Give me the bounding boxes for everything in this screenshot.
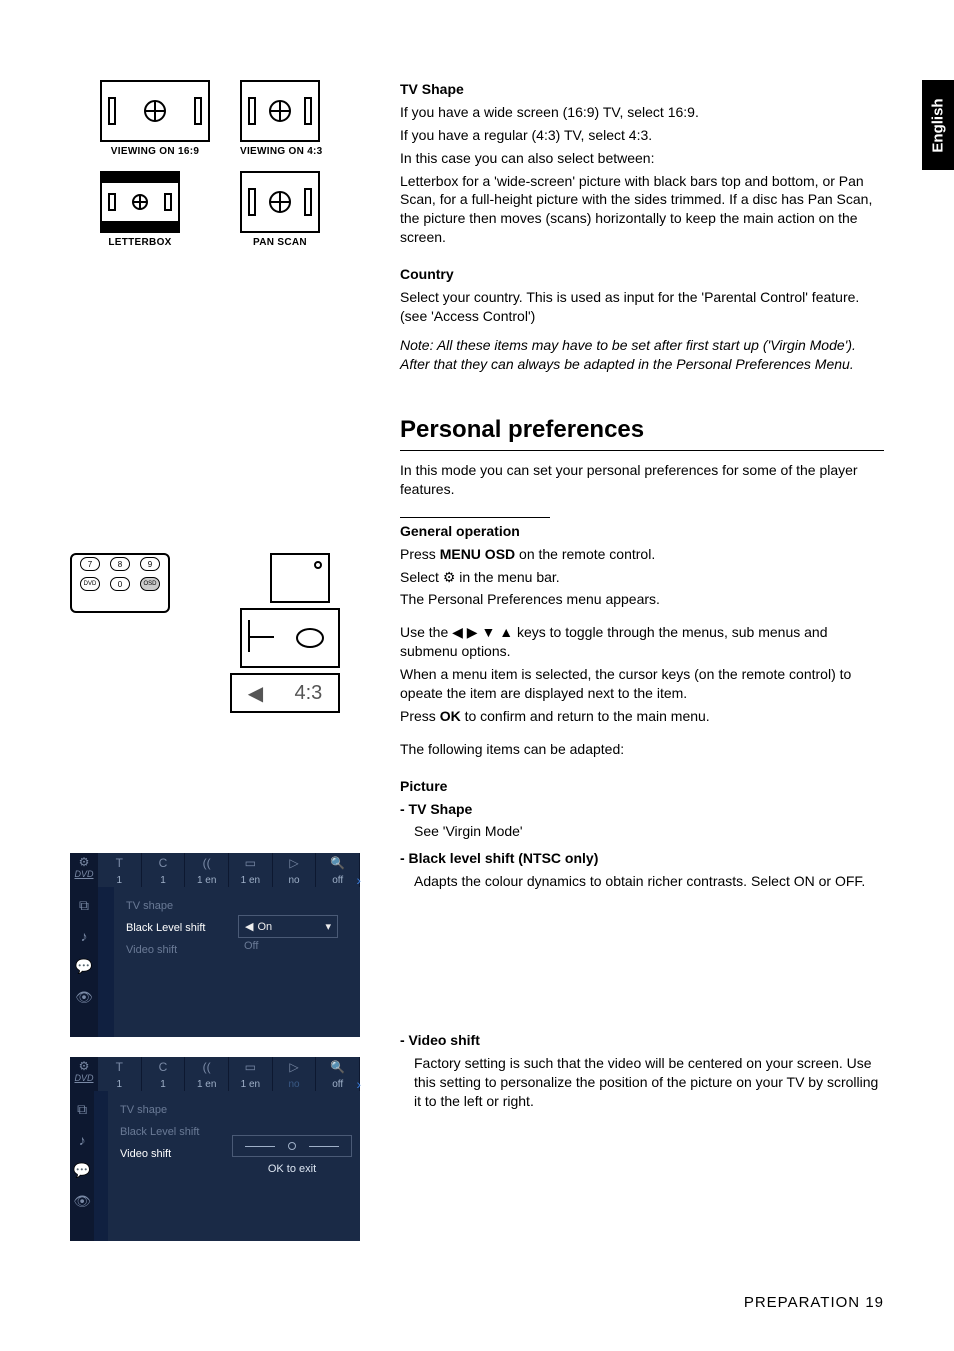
- virgin-mode-note: Note: All these items may have to be set…: [400, 336, 884, 374]
- genop-p3: Use the ◀ ▶ ▼ ▲ keys to toggle through t…: [400, 623, 884, 661]
- remote-btn-menu-osd: OSD: [140, 577, 160, 591]
- personal-prefs-heading: Personal preferences: [400, 414, 884, 446]
- osd1-item-videoshift: Video shift: [122, 939, 232, 961]
- thumb-letterbox-label: LETTERBOX: [100, 237, 180, 248]
- tvshape-heading: TV Shape: [400, 80, 884, 99]
- remote-btn-7: 7: [80, 557, 100, 571]
- picture-video-t: Factory setting is such that the video w…: [414, 1054, 884, 1111]
- genop-p1: Press MENU OSD on the remote control.: [400, 545, 884, 564]
- osd2-side-note-icon: ♪: [79, 1132, 86, 1148]
- left-column: VIEWING ON 16:9 VIEWING ON 4:3 LETTERBOX…: [70, 80, 360, 1241]
- thumb-viewing-169: VIEWING ON 16:9: [100, 80, 210, 157]
- footer-section: PREPARATION: [744, 1294, 860, 1311]
- osd1-side-speech-icon: 💬: [75, 958, 92, 975]
- general-operation-heading: General operation: [400, 522, 884, 541]
- osd2-videoshift-slider: [232, 1135, 352, 1157]
- thumb-43-label: VIEWING ON 4:3: [240, 146, 323, 157]
- language-tab: English: [922, 80, 954, 170]
- remote-btn-8: 8: [110, 557, 130, 571]
- thumb-letterbox: LETTERBOX: [100, 171, 180, 248]
- osd1-col-c-icon: C: [142, 855, 185, 872]
- picture-black-h: - Black level shift (NTSC only): [400, 849, 884, 868]
- genop-p2: Select ⚙ in the menu bar.: [400, 568, 884, 587]
- osd-menu-videoshift: ⚙DVD T1 C1 ((1 en ▭1 en ▷no 🔍off› ⧉ ♪ 💬 …: [70, 1057, 360, 1241]
- osd2-col-zoom-val: off: [316, 1076, 359, 1093]
- tvshape-p4: Letterbox for a 'wide-screen' picture wi…: [400, 172, 884, 248]
- genop-p4: Press OK to confirm and return to the ma…: [400, 707, 884, 726]
- osd2-ok-text: OK to exit: [232, 1163, 352, 1175]
- country-heading: Country: [400, 265, 884, 284]
- osd1-col-audio-icon: ((: [185, 855, 228, 872]
- osd2-side-speech-icon: 💬: [73, 1162, 90, 1179]
- osd-illus-arrow-icon: ◀: [248, 681, 263, 706]
- picture-tvshape-t: See 'Virgin Mode': [414, 822, 884, 841]
- osd1-opt-off: Off: [238, 938, 352, 954]
- thumb-viewing-43: VIEWING ON 4:3: [240, 80, 323, 157]
- remote-illustration: 7 8 9 DVD 0 OSD: [70, 553, 170, 613]
- osd-menu-blacklevel: ⚙DVD T1 C1 ((1 en ▭1 en ▷no 🔍off› ⧉ ♪ 💬 …: [70, 853, 360, 1037]
- osd1-opt-on: On: [257, 921, 272, 933]
- gear-icon: ⚙: [443, 569, 456, 585]
- osd1-col-t-icon: T: [98, 855, 141, 872]
- thumb-panscan-label: PAN SCAN: [240, 237, 320, 248]
- osd2-side-film-icon: ⧉: [77, 1101, 87, 1118]
- page-footer: PREPARATION 19: [744, 1294, 884, 1311]
- osd2-col-t-icon: T: [98, 1059, 141, 1076]
- picture-tvshape-h: - TV Shape: [400, 800, 884, 819]
- osd1-dvd-logo: DVD: [70, 869, 98, 879]
- language-tab-label: English: [930, 98, 947, 152]
- genop-p3-indent: When a menu item is selected, the cursor…: [400, 665, 884, 703]
- genop-following: The following items can be adapted:: [400, 740, 884, 759]
- osd1-side-note-icon: ♪: [81, 928, 88, 944]
- osd1-side-eye-icon: 👁: [75, 989, 93, 1006]
- footer-page-number: 19: [865, 1294, 884, 1311]
- osd2-item-blacklevel: Black Level shift: [116, 1121, 226, 1143]
- osd2-dvd-logo: DVD: [70, 1073, 98, 1083]
- picture-video-h: - Video shift: [400, 1031, 884, 1050]
- osd1-col-zoom-val: off: [316, 872, 359, 889]
- osd2-side-eye-icon: 👁: [73, 1193, 91, 1210]
- osd1-col-zoom-icon: 🔍: [316, 855, 359, 872]
- osd2-item-videoshift: Video shift: [116, 1143, 226, 1165]
- tvshape-p3: In this case you can also select between…: [400, 149, 884, 168]
- remote-btn-9: 9: [140, 557, 160, 571]
- remote-btn-menu-dvd: DVD: [80, 577, 100, 591]
- thumb-panscan: PAN SCAN: [240, 171, 320, 248]
- osd2-col-angle-icon: ▷: [273, 1059, 316, 1076]
- osd1-side-film-icon: ⧉: [79, 897, 89, 914]
- tvshape-p1: If you have a wide screen (16:9) TV, sel…: [400, 103, 884, 122]
- right-column: TV Shape If you have a wide screen (16:9…: [400, 80, 884, 1241]
- osd1-col-angle-icon: ▷: [273, 855, 316, 872]
- osd-illustration: ◀ 4:3: [200, 553, 340, 713]
- osd2-col-audio-icon: ((: [185, 1059, 228, 1076]
- osd1-col-sub-icon: ▭: [229, 855, 272, 872]
- picture-heading: Picture: [400, 777, 884, 796]
- tvshape-p2: If you have a regular (4:3) TV, select 4…: [400, 126, 884, 145]
- thumb-169-label: VIEWING ON 16:9: [100, 146, 210, 157]
- osd2-col-zoom-icon: 🔍: [316, 1059, 359, 1076]
- osd2-item-tvshape: TV shape: [116, 1099, 226, 1121]
- osd-illus-ratio: 4:3: [294, 682, 322, 705]
- osd2-col-c-icon: C: [142, 1059, 185, 1076]
- arrow-keys-icon: ◀ ▶ ▼ ▲: [452, 624, 513, 640]
- osd1-item-blacklevel: Black Level shift: [122, 917, 232, 939]
- personal-prefs-intro: In this mode you can set your personal p…: [400, 461, 884, 499]
- country-p1: Select your country. This is used as inp…: [400, 288, 884, 326]
- osd2-col-sub-icon: ▭: [229, 1059, 272, 1076]
- osd1-item-tvshape: TV shape: [122, 895, 232, 917]
- remote-btn-0: 0: [110, 577, 130, 591]
- picture-black-t: Adapts the colour dynamics to obtain ric…: [414, 872, 884, 891]
- genop-p2-indent: The Personal Preferences menu appears.: [400, 590, 884, 609]
